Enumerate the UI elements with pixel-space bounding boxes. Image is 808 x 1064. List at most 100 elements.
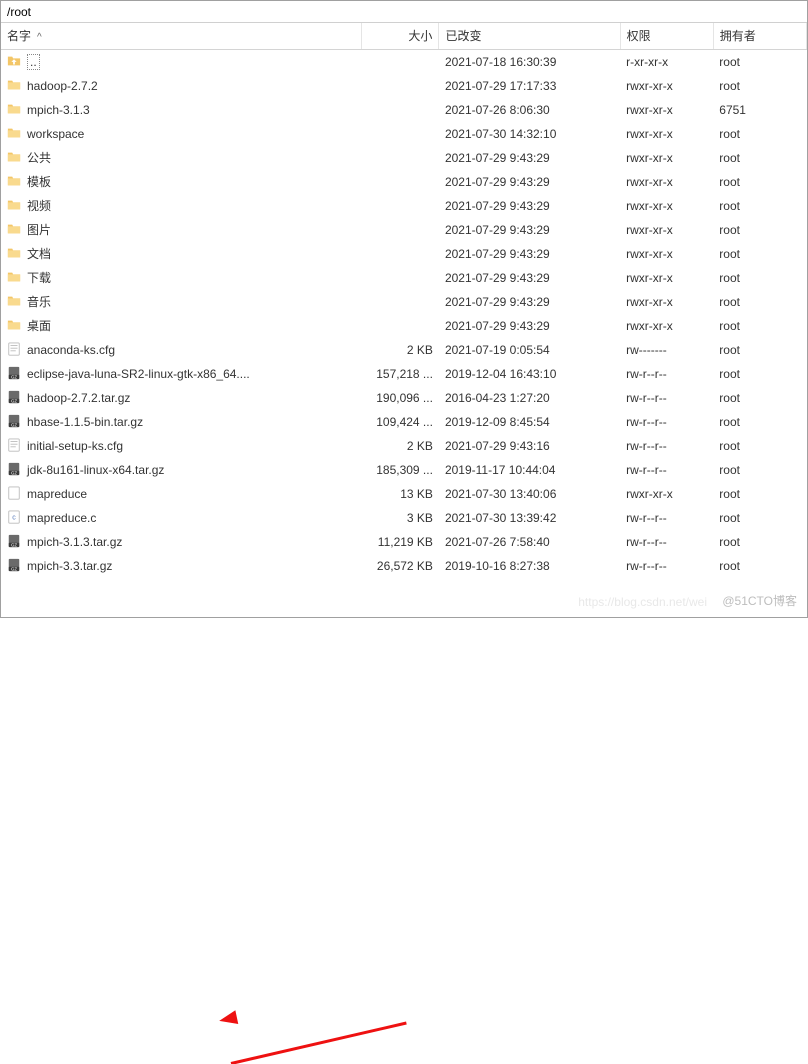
file-name: initial-setup-ks.cfg (27, 439, 123, 453)
gz-icon: GZ (7, 556, 21, 570)
file-perm: rw-r--r-- (620, 506, 713, 530)
file-owner: root (713, 554, 806, 578)
file-size (361, 194, 439, 218)
table-row[interactable]: c mapreduce.c 3 KB2021-07-30 13:39:42rw-r-… (1, 506, 807, 530)
file-size (361, 98, 439, 122)
col-size-header[interactable]: 大小 (361, 23, 439, 49)
file-size (361, 170, 439, 194)
table-row[interactable]: GZmpich-3.3.tar.gz26,572 KB2019-10-16 8:… (1, 554, 807, 578)
folder-icon (7, 196, 21, 210)
file-perm: rw-r--r-- (620, 362, 713, 386)
parent-dir-icon (7, 52, 21, 66)
col-owner-header[interactable]: 拥有者 (713, 23, 806, 49)
svg-text:GZ: GZ (11, 566, 17, 571)
file-size: 26,572 KB (361, 554, 439, 578)
file-name: 音乐 (27, 295, 51, 309)
table-row[interactable]: 下载2021-07-29 9:43:29rwxr-xr-xroot (1, 266, 807, 290)
file-date: 2021-07-29 9:43:29 (439, 146, 620, 170)
file-perm: rwxr-xr-x (620, 170, 713, 194)
file-owner: root (713, 434, 806, 458)
file-owner: root (713, 530, 806, 554)
table-row[interactable]: GZhadoop-2.7.2.tar.gz190,096 ...2016-04-… (1, 386, 807, 410)
col-name-header[interactable]: 名字^ (1, 23, 361, 49)
file-size: 13 KB (361, 482, 439, 506)
table-row[interactable]: ..2021-07-18 16:30:39r-xr-xr-xroot (1, 49, 807, 74)
file-perm: rw-r--r-- (620, 530, 713, 554)
table-row[interactable]: GZeclipse-java-luna-SR2-linux-gtk-x86_64… (1, 362, 807, 386)
file-date: 2019-12-09 8:45:54 (439, 410, 620, 434)
table-row[interactable]: 文档2021-07-29 9:43:29rwxr-xr-xroot (1, 242, 807, 266)
file-date: 2021-07-29 9:43:29 (439, 170, 620, 194)
table-row[interactable]: 音乐 2021-07-29 9:43:29rwxr-xr-xroot (1, 290, 807, 314)
file-icon (7, 436, 21, 450)
table-row[interactable]: mpich-3.1.32021-07-26 8:06:30rwxr-xr-x67… (1, 98, 807, 122)
table-row[interactable]: initial-setup-ks.cfg2 KB2021-07-29 9:43:… (1, 434, 807, 458)
file-owner: root (713, 314, 806, 338)
file-size: 3 KB (361, 506, 439, 530)
file-perm: rw-r--r-- (620, 554, 713, 578)
folder-icon (7, 268, 21, 282)
file-name: mpich-3.1.3.tar.gz (27, 535, 122, 549)
file-date: 2021-07-30 13:39:42 (439, 506, 620, 530)
gz-icon: GZ (7, 388, 21, 402)
file-name: anaconda-ks.cfg (27, 343, 115, 357)
folder-icon (7, 316, 21, 330)
file-date: 2021-07-29 9:43:29 (439, 266, 620, 290)
file-perm: rwxr-xr-x (620, 74, 713, 98)
svg-text:GZ: GZ (11, 542, 17, 547)
table-row[interactable]: workspace2021-07-30 14:32:10rwxr-xr-xroo… (1, 122, 807, 146)
file-date: 2021-07-26 7:58:40 (439, 530, 620, 554)
path-bar[interactable]: /root (1, 1, 807, 23)
table-row[interactable]: mapreduce13 KB2021-07-30 13:40:06rwxr-xr… (1, 482, 807, 506)
file-name: mpich-3.1.3 (27, 103, 90, 117)
file-perm: rwxr-xr-x (620, 314, 713, 338)
file-size (361, 266, 439, 290)
file-perm: rwxr-xr-x (620, 266, 713, 290)
folder-icon (7, 76, 21, 90)
gz-icon: GZ (7, 532, 21, 546)
file-perm: rwxr-xr-x (620, 290, 713, 314)
file-date: 2021-07-29 9:43:29 (439, 218, 620, 242)
file-perm: rwxr-xr-x (620, 242, 713, 266)
file-owner: root (713, 49, 806, 74)
file-size (361, 146, 439, 170)
table-row[interactable]: hadoop-2.7.22021-07-29 17:17:33rwxr-xr-x… (1, 74, 807, 98)
file-name: hadoop-2.7.2.tar.gz (27, 391, 130, 405)
file-owner: root (713, 506, 806, 530)
table-row[interactable]: 模板2021-07-29 9:43:29rwxr-xr-xroot (1, 170, 807, 194)
file-name: 文档 (27, 247, 51, 261)
file-owner: 6751 (713, 98, 806, 122)
file-perm: rwxr-xr-x (620, 122, 713, 146)
table-row[interactable]: GZmpich-3.1.3.tar.gz11,219 KB2021-07-26 … (1, 530, 807, 554)
table-row[interactable]: 视频2021-07-29 9:43:29rwxr-xr-xroot (1, 194, 807, 218)
col-changed-header[interactable]: 已改变 (439, 23, 620, 49)
file-name: eclipse-java-luna-SR2-linux-gtk-x86_64..… (27, 367, 250, 381)
file-owner: root (713, 290, 806, 314)
file-table: 名字^ 大小 已改变 权限 拥有者 ..2021-07-18 16:30:39r… (1, 23, 807, 578)
header-row: 名字^ 大小 已改变 权限 拥有者 (1, 23, 807, 49)
table-row[interactable]: 公共2021-07-29 9:43:29rwxr-xr-xroot (1, 146, 807, 170)
file-perm: rwxr-xr-x (620, 194, 713, 218)
table-row[interactable]: 桌面2021-07-29 9:43:29rwxr-xr-xroot (1, 314, 807, 338)
file-owner: root (713, 458, 806, 482)
table-row[interactable]: 图片2021-07-29 9:43:29rwxr-xr-xroot (1, 218, 807, 242)
file-date: 2021-07-29 9:43:29 (439, 314, 620, 338)
file-date: 2021-07-30 14:32:10 (439, 122, 620, 146)
c-icon: c (7, 508, 21, 522)
file-perm: r-xr-xr-x (620, 49, 713, 74)
file-size (361, 242, 439, 266)
col-perm-header[interactable]: 权限 (620, 23, 713, 49)
folder-icon (7, 172, 21, 186)
table-row[interactable]: GZhbase-1.1.5-bin.tar.gz109,424 ...2019-… (1, 410, 807, 434)
table-row[interactable]: anaconda-ks.cfg2 KB2021-07-19 0:05:54rw-… (1, 338, 807, 362)
file-owner: root (713, 242, 806, 266)
file-date: 2021-07-30 13:40:06 (439, 482, 620, 506)
file-size: 157,218 ... (361, 362, 439, 386)
file-date: 2021-07-29 9:43:29 (439, 290, 620, 314)
file-name: mapreduce.c (27, 511, 96, 525)
svg-text:GZ: GZ (11, 470, 17, 475)
file-date: 2016-04-23 1:27:20 (439, 386, 620, 410)
folder-icon (7, 220, 21, 234)
file-owner: root (713, 386, 806, 410)
table-row[interactable]: GZjdk-8u161-linux-x64.tar.gz185,309 ...2… (1, 458, 807, 482)
